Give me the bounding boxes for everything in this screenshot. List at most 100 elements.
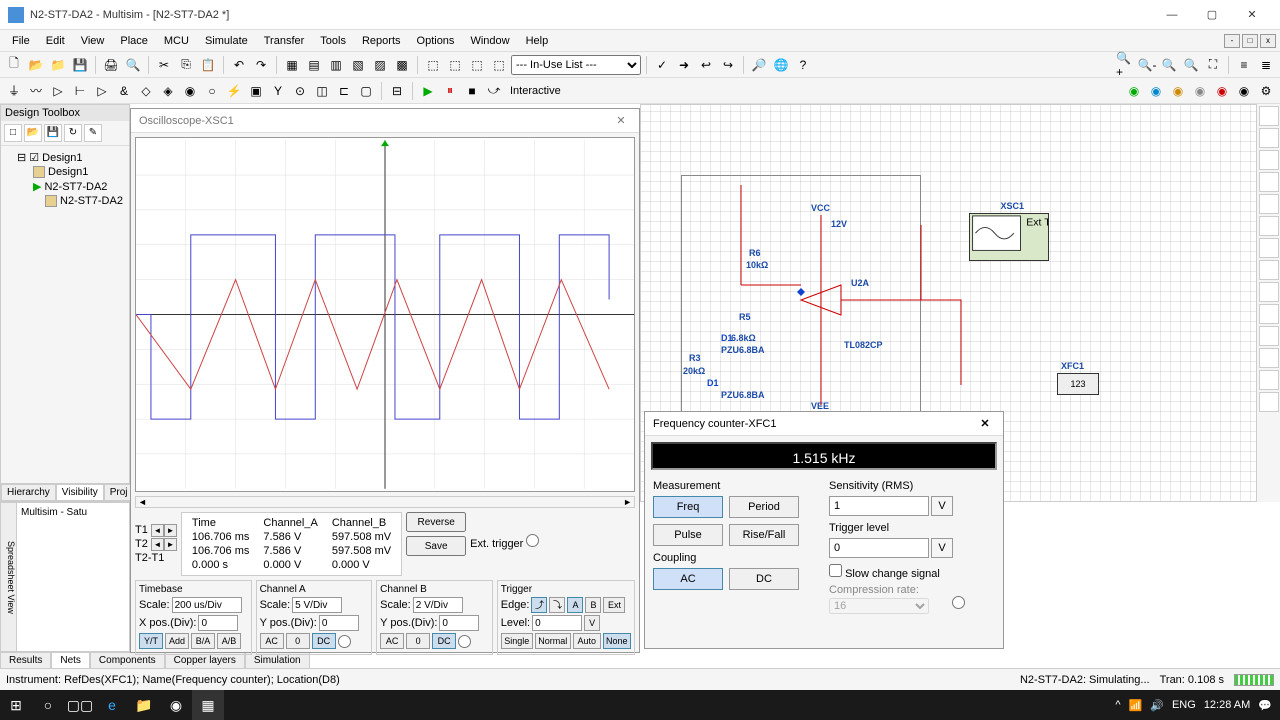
cortana-icon[interactable]: ○ [32, 690, 64, 720]
toolbox-open-icon[interactable]: 📂 [24, 124, 42, 142]
save-icon[interactable]: 💾 [70, 55, 90, 75]
cut-icon[interactable]: ✂ [154, 55, 174, 75]
t1-right-button[interactable]: ► [164, 524, 177, 537]
toggle5-icon[interactable]: ▨ [370, 55, 390, 75]
tree-root[interactable]: ⊟ ☑ Design1 [5, 150, 125, 165]
chb-zero-button[interactable]: 0 [406, 633, 430, 649]
diode-icon[interactable]: ▷ [48, 81, 68, 101]
edge-fall-button[interactable]: ⤵ [549, 597, 565, 613]
chb-ac-button[interactable]: AC [380, 633, 404, 649]
tree-item-last[interactable]: N2-ST7-DA2 [5, 194, 125, 208]
menu-window[interactable]: Window [462, 33, 517, 49]
coupling-dc-button[interactable]: DC [729, 568, 799, 590]
rf-icon[interactable]: Y [268, 81, 288, 101]
run-icon[interactable]: ▶ [418, 81, 438, 101]
lang-indicator[interactable]: ENG [1172, 699, 1196, 711]
menu-reports[interactable]: Reports [354, 33, 409, 49]
oscilloscope-display[interactable] [135, 137, 635, 492]
pulse-button[interactable]: Pulse [653, 524, 723, 546]
trigger-none-button[interactable]: None [603, 633, 631, 649]
t2-left-button[interactable]: ◄ [151, 538, 164, 551]
trigger-auto-button[interactable]: Auto [573, 633, 601, 649]
chb-color-radio[interactable] [458, 635, 471, 648]
misc-icon[interactable]: ◈ [158, 81, 178, 101]
func-gen-icon[interactable] [1259, 128, 1279, 148]
toolbox-refresh-icon[interactable]: ↻ [64, 124, 82, 142]
tree-item-design1[interactable]: Design1 [5, 165, 125, 179]
t1-left-button[interactable]: ◄ [151, 524, 164, 537]
iv-analyzer-icon[interactable] [1259, 326, 1279, 346]
basic-icon[interactable]: 〰 [26, 81, 46, 101]
mdi-minimize-button[interactable]: - [1224, 34, 1240, 48]
search-icon[interactable]: 🔎 [749, 55, 769, 75]
yt-button[interactable]: Y/T [139, 633, 163, 649]
electromech-icon[interactable]: ⊙ [290, 81, 310, 101]
minimize-button[interactable]: — [1152, 1, 1192, 29]
ext-trigger-radio[interactable] [526, 534, 539, 547]
word-gen-icon[interactable] [1259, 260, 1279, 280]
zoom-out-icon[interactable]: 🔍- [1137, 55, 1157, 75]
step-icon[interactable]: ⤻ [484, 81, 504, 101]
copy-icon[interactable]: ⎘ [176, 55, 196, 75]
trigger-single-button[interactable]: Single [501, 633, 533, 649]
start-button[interactable]: ⊞ [0, 690, 32, 720]
open-sample-icon[interactable]: 📁 [48, 55, 68, 75]
new-icon[interactable]: 🗋 [4, 55, 24, 75]
cha-ac-button[interactable]: AC [260, 633, 284, 649]
toolbox-save-icon[interactable]: 💾 [44, 124, 62, 142]
coupling-ac-button[interactable]: AC [653, 568, 723, 590]
list1-icon[interactable]: ≡ [1234, 55, 1254, 75]
toggle4-icon[interactable]: ▧ [348, 55, 368, 75]
tray-up-icon[interactable]: ^ [1115, 699, 1120, 711]
cha-color-radio[interactable] [338, 635, 351, 648]
open-icon[interactable]: 📂 [26, 55, 46, 75]
tab-results[interactable]: Results [0, 652, 51, 669]
volume-icon[interactable]: 🔊 [1150, 699, 1164, 712]
freq-button[interactable]: Freq [653, 496, 723, 518]
bode-plotter-icon[interactable] [1259, 216, 1279, 236]
trigger-normal-button[interactable]: Normal [535, 633, 571, 649]
hierarchy2-icon[interactable]: ⬚ [445, 55, 465, 75]
power-icon[interactable]: ⚡ [224, 81, 244, 101]
add-button[interactable]: Add [165, 633, 189, 649]
ttl-icon[interactable]: & [114, 81, 134, 101]
probe-settings-icon[interactable]: ⚙ [1256, 81, 1276, 101]
oscilloscope-icon[interactable] [1259, 172, 1279, 192]
analog-icon[interactable]: ▷ [92, 81, 112, 101]
trigger-b-button[interactable]: B [585, 597, 601, 613]
probe3-icon[interactable]: ◉ [1168, 81, 1188, 101]
hierarchy4-icon[interactable]: ⬚ [489, 55, 509, 75]
clock[interactable]: 12:28 AM [1204, 699, 1250, 711]
menu-options[interactable]: Options [409, 33, 463, 49]
freq-counter-instrument-icon[interactable]: 123 [1057, 373, 1099, 395]
help-icon[interactable]: ? [793, 55, 813, 75]
mdi-restore-button[interactable]: □ [1242, 34, 1258, 48]
cha-zero-button[interactable]: 0 [286, 633, 310, 649]
logic-converter-icon[interactable] [1259, 304, 1279, 324]
edge-icon[interactable]: e [96, 690, 128, 720]
menu-simulate[interactable]: Simulate [197, 33, 256, 49]
task-view-icon[interactable]: ▢▢ [64, 690, 96, 720]
menu-transfer[interactable]: Transfer [256, 33, 313, 49]
wattmeter-icon[interactable] [1259, 150, 1279, 170]
toggle2-icon[interactable]: ▤ [304, 55, 324, 75]
menu-mcu[interactable]: MCU [156, 33, 197, 49]
arrow-icon[interactable]: ➜ [674, 55, 694, 75]
paste-icon[interactable]: 📋 [198, 55, 218, 75]
fullscreen-icon[interactable]: ⛶ [1203, 55, 1223, 75]
network-icon[interactable]: 📶 [1129, 699, 1143, 712]
freq-counter-icon[interactable] [1259, 238, 1279, 258]
probe-icon[interactable]: ✓ [652, 55, 672, 75]
zoom-fit-icon[interactable]: 🔍 [1181, 55, 1201, 75]
trigger-level-input[interactable] [532, 615, 582, 631]
slow-change-checkbox[interactable]: Slow change signal [829, 568, 940, 580]
probe1-icon[interactable]: ◉ [1124, 81, 1144, 101]
probe2-icon[interactable]: ◉ [1146, 81, 1166, 101]
toggle6-icon[interactable]: ▩ [392, 55, 412, 75]
mixed-icon[interactable]: ◉ [180, 81, 200, 101]
multimeter-icon[interactable] [1259, 106, 1279, 126]
explorer-icon[interactable]: 📁 [128, 690, 160, 720]
ba-button[interactable]: B/A [191, 633, 215, 649]
menu-file[interactable]: File [4, 33, 38, 49]
save-button[interactable]: Save [406, 536, 466, 556]
